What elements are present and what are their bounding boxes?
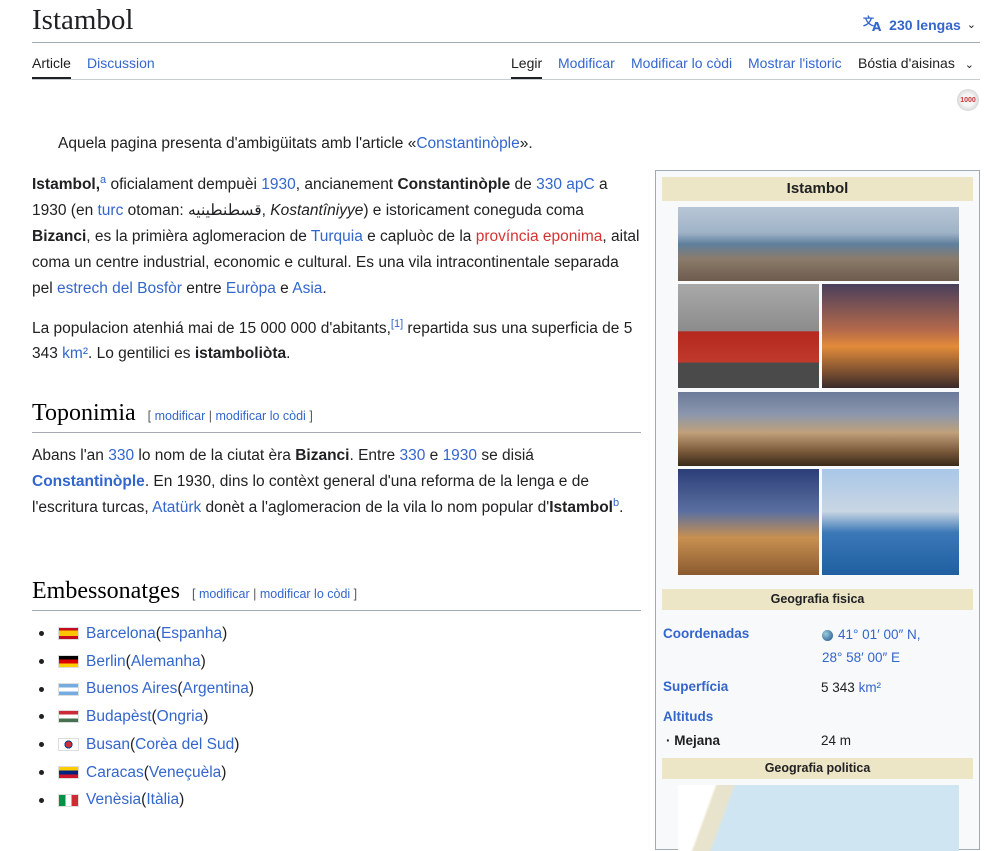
link-330-apc[interactable]: 330 apC bbox=[536, 176, 595, 193]
list-item: Caracas (Veneçuèla) bbox=[32, 759, 254, 787]
tab-discussion[interactable]: Discussion bbox=[87, 55, 155, 77]
south-korea-flag-icon bbox=[58, 738, 79, 752]
hungary-flag-icon bbox=[58, 710, 79, 724]
translate-icon: 文A bbox=[863, 14, 883, 35]
twin-cities-list: Barcelona (Espanha) Berlin (Alemanha) Bu… bbox=[32, 620, 254, 814]
link-asia[interactable]: Asia bbox=[292, 280, 322, 297]
reference-1-link[interactable]: [1] bbox=[391, 317, 403, 329]
country-link[interactable]: Itàlia bbox=[146, 786, 179, 814]
link-turquia[interactable]: Turquia bbox=[311, 228, 363, 245]
list-item: Venèsia (Itàlia) bbox=[32, 786, 254, 814]
link-1930[interactable]: 1930 bbox=[443, 447, 477, 464]
tab-history[interactable]: Mostrar l'istoric bbox=[748, 55, 842, 77]
chevron-down-icon: ⌄ bbox=[964, 59, 974, 71]
city-link[interactable]: Budapèst bbox=[86, 703, 152, 731]
list-item: Barcelona (Espanha) bbox=[32, 620, 254, 648]
link-ataturk[interactable]: Atatürk bbox=[152, 499, 201, 516]
tabs-divider bbox=[32, 79, 980, 80]
altitude-mean-value: 24 m bbox=[821, 733, 852, 748]
list-item: Budapèst (Ongria) bbox=[32, 703, 254, 731]
area-label[interactable]: Superfícia bbox=[663, 679, 728, 694]
edit-source-section-link[interactable]: modificar lo còdi bbox=[216, 409, 306, 423]
link-km2[interactable]: km² bbox=[62, 345, 88, 362]
tools-label: Bóstia d'aisinas bbox=[858, 55, 955, 71]
intro-section: Istambol,a oficialament dempuèi 1930, an… bbox=[32, 172, 642, 367]
infobox-section-geo: Geografia fisica bbox=[662, 589, 973, 610]
intro-paragraph-2: La populacion atenhiá mai de 15 000 000 … bbox=[32, 317, 633, 363]
infobox-section-politica: Geografia politica bbox=[662, 758, 973, 779]
tab-article[interactable]: Article bbox=[32, 55, 71, 79]
link-1930[interactable]: 1930 bbox=[261, 176, 295, 193]
coordinates-value[interactable]: 41° 01′ 00″ N, 28° 58′ 00″ E bbox=[822, 623, 921, 669]
city-link[interactable]: Buenos Aires bbox=[86, 675, 177, 703]
spain-flag-icon bbox=[58, 627, 79, 641]
venezuela-flag-icon bbox=[58, 765, 79, 779]
km2-link[interactable]: km² bbox=[859, 680, 882, 695]
blue-mosque-image[interactable] bbox=[678, 469, 819, 575]
toponimia-section: Abans l'an 330 lo nom de la ciutat èra B… bbox=[32, 443, 642, 521]
coordinates-label[interactable]: Coordenadas bbox=[663, 626, 749, 641]
title-divider bbox=[32, 42, 980, 43]
list-item: Busan (Corèa del Sud) bbox=[32, 731, 254, 759]
featured-badge-icon: 1000 bbox=[957, 89, 979, 111]
page-tabs: Article Discussion Legir Modificar Modif… bbox=[32, 53, 980, 79]
tab-read[interactable]: Legir bbox=[511, 55, 543, 79]
link-turc[interactable]: turc bbox=[98, 202, 124, 219]
list-item: Buenos Aires (Argentina) bbox=[32, 675, 254, 703]
link-bosfor[interactable]: estrech del Bosfòr bbox=[57, 280, 182, 297]
list-item: Berlin (Alemanha) bbox=[32, 648, 254, 676]
link-330[interactable]: 330 bbox=[108, 447, 134, 464]
tram-image[interactable] bbox=[678, 284, 819, 388]
italy-flag-icon bbox=[58, 793, 79, 807]
panorama-image[interactable] bbox=[678, 207, 959, 281]
page-title: Istambol bbox=[32, 4, 134, 36]
intro-paragraph-1: Istambol,a oficialament dempuèi 1930, an… bbox=[32, 173, 640, 297]
link-330[interactable]: 330 bbox=[399, 447, 425, 464]
country-link[interactable]: Espanha bbox=[161, 620, 222, 648]
embessonatges-heading: Embessonatges[ modificar | modificar lo … bbox=[32, 578, 641, 611]
edit-source-section-link[interactable]: modificar lo còdi bbox=[260, 587, 350, 601]
edit-section-link[interactable]: modificar bbox=[199, 587, 250, 601]
infobox: Istambol Geografia fisica Coordenadas 41… bbox=[655, 170, 980, 851]
tab-edit[interactable]: Modificar bbox=[558, 55, 615, 77]
city-link[interactable]: Barcelona bbox=[86, 620, 156, 648]
section-edit-links: [ modificar | modificar lo còdi ] bbox=[147, 409, 313, 423]
language-selector[interactable]: 文A 230 lengas ⌄ bbox=[863, 14, 976, 35]
bosphorus-ferry-image[interactable] bbox=[822, 469, 959, 575]
link-provincia-eponima[interactable]: província eponima bbox=[476, 228, 603, 245]
country-link[interactable]: Argentina bbox=[183, 675, 249, 703]
altitude-mean-label: · Mejana bbox=[666, 733, 721, 748]
tools-menu[interactable]: Bóstia d'aisinas ⌄ bbox=[858, 55, 974, 77]
country-link[interactable]: Veneçuèla bbox=[149, 759, 221, 787]
argentina-flag-icon bbox=[58, 682, 79, 696]
languages-label: 230 lengas bbox=[889, 16, 961, 33]
germany-flag-icon bbox=[58, 655, 79, 669]
edit-section-link[interactable]: modificar bbox=[155, 409, 206, 423]
hatnote: Aquela pagina presenta d'ambigüitats amb… bbox=[58, 135, 533, 152]
toponimia-heading: Toponimia[ modificar | modificar lo còdi… bbox=[32, 400, 641, 433]
svg-text:A: A bbox=[872, 20, 882, 32]
hatnote-link[interactable]: Constantinòple bbox=[416, 135, 519, 152]
location-map-image[interactable] bbox=[678, 785, 959, 851]
infobox-title: Istambol bbox=[662, 177, 973, 201]
area-value: 5 343 km² bbox=[821, 680, 882, 695]
country-link[interactable]: Alemanha bbox=[131, 648, 201, 676]
altitude-label[interactable]: Altituds bbox=[663, 709, 713, 724]
country-link[interactable]: Ongria bbox=[157, 703, 204, 731]
chevron-down-icon: ⌄ bbox=[966, 19, 976, 31]
city-link[interactable]: Berlin bbox=[86, 648, 126, 676]
city-link[interactable]: Caracas bbox=[86, 759, 144, 787]
link-constantinople[interactable]: Constantinòple bbox=[32, 473, 145, 490]
country-link[interactable]: Corèa del Sud bbox=[135, 731, 234, 759]
city-link[interactable]: Busan bbox=[86, 731, 130, 759]
tab-edit-source[interactable]: Modificar lo còdi bbox=[631, 55, 732, 77]
maiden-tower-image[interactable] bbox=[822, 284, 959, 388]
globe-icon bbox=[822, 629, 833, 641]
link-europa[interactable]: Euròpa bbox=[226, 280, 276, 297]
section-edit-links: [ modificar | modificar lo còdi ] bbox=[191, 587, 358, 601]
city-link[interactable]: Venèsia bbox=[86, 786, 141, 814]
toponimia-paragraph: Abans l'an 330 lo nom de la ciutat èra B… bbox=[32, 447, 624, 516]
skyline-image[interactable] bbox=[678, 392, 959, 466]
